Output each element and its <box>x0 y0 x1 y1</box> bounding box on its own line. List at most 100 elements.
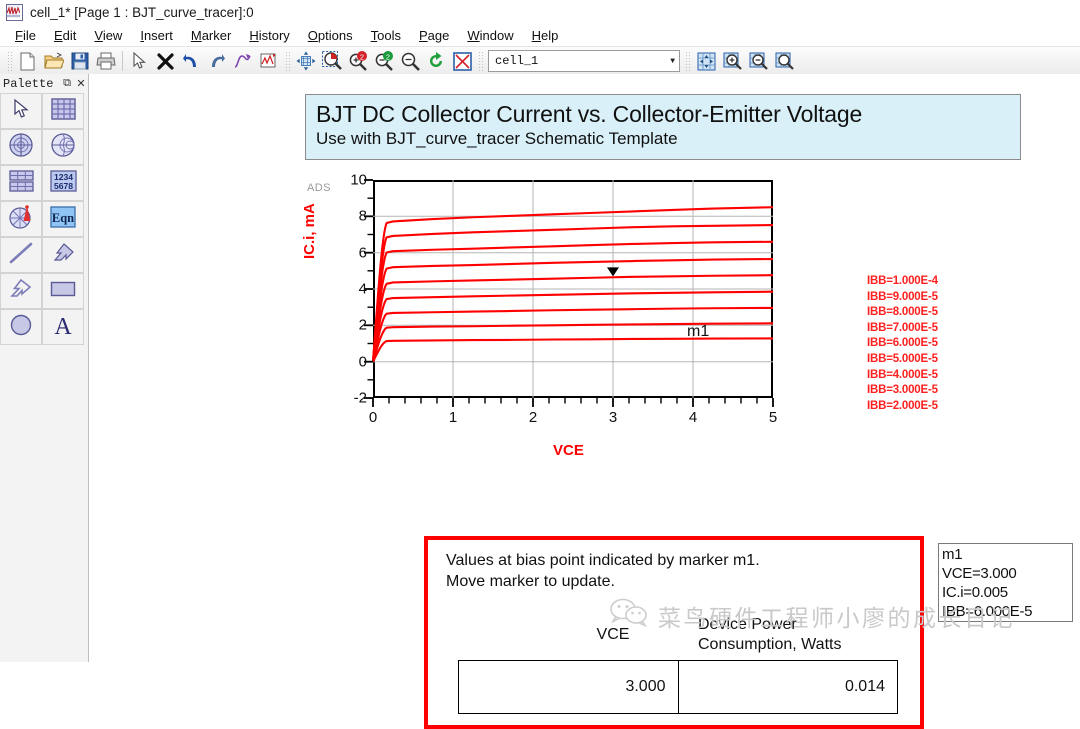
palette-item-ellipse-tool[interactable] <box>0 309 42 345</box>
legend-item-0[interactable]: IBB=1.000E-4 <box>867 274 938 290</box>
legend-item-1[interactable]: IBB=9.000E-5 <box>867 290 938 306</box>
pointer-select-icon[interactable] <box>126 49 152 73</box>
y-tick-6: 6 <box>358 244 367 262</box>
diagonal-line-icon <box>9 242 33 269</box>
close-icon[interactable]: ✕ <box>74 77 88 91</box>
palette-item-list-table-tool[interactable] <box>0 165 42 201</box>
menu-edit[interactable]: Edit <box>45 27 85 44</box>
open-folder-icon[interactable] <box>41 49 67 73</box>
marker-readout-line-1: VCE=3.000 <box>942 565 1017 582</box>
results-table: 3.000 0.014 <box>458 660 898 714</box>
refresh-icon[interactable] <box>423 49 449 73</box>
stop-icon[interactable] <box>449 49 475 73</box>
header-text-block[interactable]: BJT DC Collector Current vs. Collector-E… <box>305 94 1021 160</box>
palette-item-open-arrow-tool[interactable] <box>0 273 42 309</box>
menu-window[interactable]: Window <box>458 27 522 44</box>
zoom-area-icon[interactable] <box>319 49 345 73</box>
rectangle-icon <box>50 280 76 303</box>
waveform-icon <box>6 3 23 21</box>
legend-item-5[interactable]: IBB=5.000E-5 <box>867 352 938 368</box>
results-note-line2: Move marker to update. <box>446 573 615 590</box>
redo-icon[interactable] <box>204 49 230 73</box>
trace-icon[interactable] <box>230 49 256 73</box>
legend-item-6[interactable]: IBB=4.000E-5 <box>867 368 938 384</box>
fit-page-icon[interactable] <box>693 49 719 73</box>
palette-item-smith-chart-tool[interactable] <box>42 129 84 165</box>
circle-icon <box>10 314 32 341</box>
page-zoom-in-icon[interactable] <box>719 49 745 73</box>
menu-help[interactable]: Help <box>523 27 568 44</box>
legend-item-7[interactable]: IBB=3.000E-5 <box>867 383 938 399</box>
marker-m1-label[interactable]: m1 <box>687 323 709 341</box>
results-cell-vce: 3.000 <box>459 661 679 713</box>
outline-arrow-icon <box>9 278 33 305</box>
toolbar-grip-2[interactable] <box>285 51 290 71</box>
save-icon[interactable] <box>67 49 93 73</box>
menu-options[interactable]: Options <box>299 27 362 44</box>
palette-panel: Palette ⧉ ✕ 1234 5678 Eqn A <box>0 74 89 662</box>
palette-header: Palette ⧉ ✕ <box>0 74 88 93</box>
toolbar-grip[interactable] <box>7 51 12 71</box>
antenna-icon <box>8 204 34 234</box>
palette-title: Palette <box>3 76 54 91</box>
delete-x-icon[interactable] <box>152 49 178 73</box>
iv-curve-plot[interactable]: -2 0 2 4 6 8 10 012345 <box>350 172 777 427</box>
palette-item-text-tool[interactable]: A <box>42 309 84 345</box>
menu-history[interactable]: History <box>240 27 298 44</box>
ads-data-display-window: cell_1* [Page 1 : BJT_curve_tracer]:0 Fi… <box>0 0 1080 729</box>
undo-icon[interactable] <box>178 49 204 73</box>
plot-canvas: BJT DC Collector Current vs. Collector-E… <box>89 74 1080 729</box>
menu-file[interactable]: File <box>6 27 45 44</box>
page-zoom-out-icon[interactable] <box>745 49 771 73</box>
menu-tools[interactable]: Tools <box>362 27 410 44</box>
marker-readout-line-3: IBB=6.000E-5 <box>942 603 1033 620</box>
palette-item-numeric-display-tool[interactable]: 1234 5678 <box>42 165 84 201</box>
palette-item-rectangle-tool[interactable] <box>42 273 84 309</box>
results-note-line1: Values at bias point indicated by marker… <box>446 552 760 569</box>
y-tick-8: 8 <box>358 207 367 225</box>
palette-item-polar-plot-tool[interactable] <box>0 129 42 165</box>
table-icon <box>8 169 34 197</box>
svg-text:2: 2 <box>360 52 364 61</box>
annotate-plot-icon[interactable] <box>256 49 282 73</box>
toolbar-grip-3[interactable] <box>478 51 483 71</box>
results-panel[interactable]: Values at bias point indicated by marker… <box>424 536 924 729</box>
zoom-in-2-icon[interactable]: 2 <box>345 49 371 73</box>
palette-item-pointer-tool[interactable] <box>0 93 42 129</box>
chevron-down-icon[interactable]: ▼ <box>670 57 675 66</box>
marker-readout-line-2: IC.i=0.005 <box>942 584 1008 601</box>
new-file-icon[interactable] <box>15 49 41 73</box>
marker-readout-box[interactable]: m1 VCE=3.000 IC.i=0.005 IBB=6.000E-5 <box>938 543 1073 622</box>
zoom-reset-icon[interactable] <box>397 49 423 73</box>
palette-item-arrow-shape-tool[interactable] <box>42 237 84 273</box>
legend-item-8[interactable]: IBB=2.000E-5 <box>867 399 938 415</box>
grid-plot-icon <box>50 97 76 125</box>
polar-plot-icon <box>9 132 33 162</box>
cell-selector[interactable]: cell_1 ▼ <box>488 50 680 72</box>
x-tick-4: 4 <box>688 409 698 426</box>
palette-item-line-tool[interactable] <box>0 237 42 273</box>
print-icon[interactable] <box>93 49 119 73</box>
menu-insert[interactable]: Insert <box>131 27 182 44</box>
legend-item-4[interactable]: IBB=6.000E-5 <box>867 336 938 352</box>
svg-text:Eqn: Eqn <box>52 211 74 225</box>
y-tick--2: -2 <box>353 389 367 407</box>
menu-marker[interactable]: Marker <box>182 27 240 44</box>
palette-item-equation-tool[interactable]: Eqn <box>42 201 84 237</box>
digits-1234-5678-icon: 1234 5678 <box>49 169 77 197</box>
menu-view[interactable]: View <box>85 27 131 44</box>
palette-item-antenna-plot-tool[interactable] <box>0 201 42 237</box>
zoom-out-2-icon[interactable]: 2 <box>371 49 397 73</box>
toolbar-grip-4[interactable] <box>685 51 690 71</box>
y-tick-10: 10 <box>350 171 367 189</box>
palette-item-rectangular-plot-tool[interactable] <box>42 93 84 129</box>
window-title: cell_1* [Page 1 : BJT_curve_tracer]:0 <box>30 4 254 20</box>
pan-icon[interactable] <box>293 49 319 73</box>
menu-page[interactable]: Page <box>410 27 458 44</box>
title-bar: cell_1* [Page 1 : BJT_curve_tracer]:0 <box>0 0 1080 24</box>
x-tick-0: 0 <box>368 409 378 426</box>
page-zoom-area-icon[interactable] <box>771 49 797 73</box>
restore-icon[interactable]: ⧉ <box>60 78 74 90</box>
legend-item-2[interactable]: IBB=8.000E-5 <box>867 305 938 321</box>
legend-item-3[interactable]: IBB=7.000E-5 <box>867 321 938 337</box>
